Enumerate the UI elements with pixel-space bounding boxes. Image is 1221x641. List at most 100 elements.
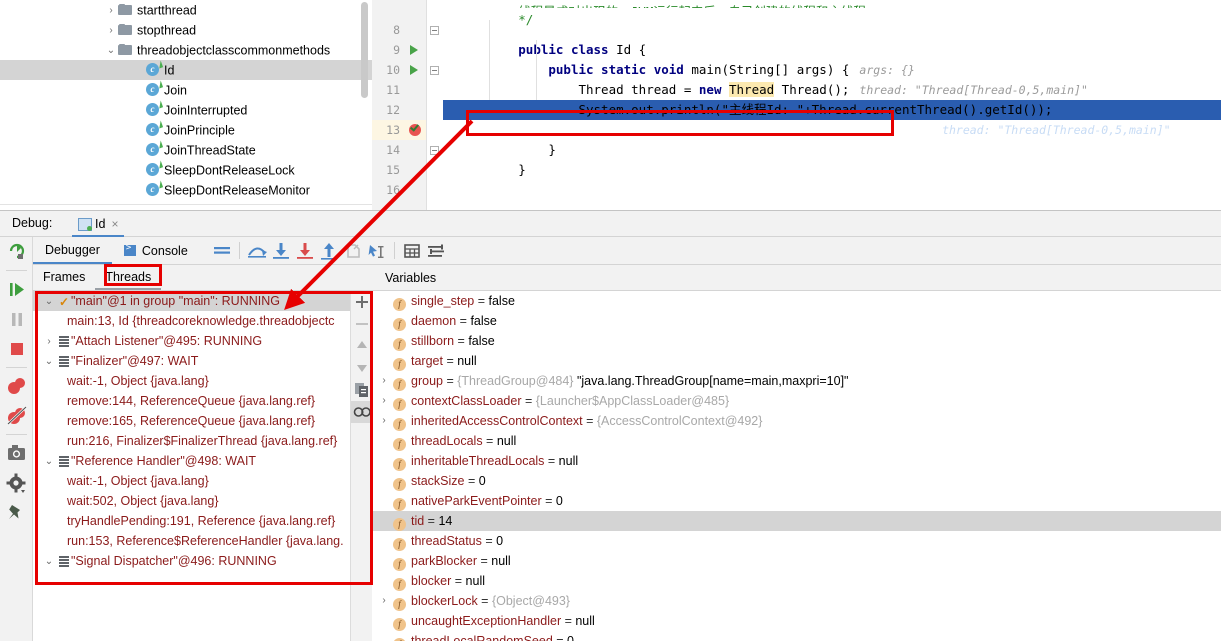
variable-row[interactable]: f target = null [373,351,1221,371]
mute-breakpoints-icon[interactable] [0,401,33,431]
variable-row[interactable]: f nativeParkEventPointer = 0 [373,491,1221,511]
gutter-line-number[interactable]: 16 [372,180,426,200]
code-fold-icon[interactable] [430,26,439,35]
variables-panel[interactable]: Variables f single_step = false f daemon = … [373,265,1221,641]
add-icon[interactable] [351,291,373,313]
gutter-line-number[interactable]: 13 [372,120,426,140]
evaluate-expression-icon[interactable] [400,240,424,262]
thread-row[interactable]: wait:-1, Object {java.lang} [33,471,373,491]
chevron-down-icon[interactable]: ⌄ [41,352,57,372]
debug-session-tab[interactable]: Id × [72,212,125,237]
thread-row[interactable]: ⌄ "Reference Handler"@498: WAIT [33,451,373,471]
variable-row[interactable]: f threadLocals = null [373,431,1221,451]
variable-row[interactable]: › f group = {ThreadGroup@484} "java.lang.T… [373,371,1221,391]
project-tree-item[interactable]: c SleepDontReleaseMonitor [0,180,372,200]
chevron-right-icon[interactable]: › [41,332,57,352]
thread-row[interactable]: tryHandlePending:191, Reference {java.la… [33,511,373,531]
frames-threads-tabs[interactable]: Frames Threads [33,265,373,291]
show-execution-point-icon[interactable] [210,240,234,262]
pause-program-icon[interactable] [0,304,33,334]
project-tree-item[interactable]: c Id [0,60,372,80]
chevron-right-icon[interactable]: › [377,591,391,611]
chevron-right-icon[interactable]: › [104,1,118,21]
gutter-line-number[interactable]: 8 [372,20,426,40]
project-tree-item[interactable]: › stopthread [0,20,372,40]
project-tree-item[interactable]: c Join [0,80,372,100]
variable-row[interactable]: › f blockerLock = {Object@493} [373,591,1221,611]
variable-row[interactable]: f stillborn = false [373,331,1221,351]
debug-left-toolbar[interactable] [0,237,33,641]
force-step-into-icon[interactable] [293,240,317,262]
project-tree-item[interactable]: c JoinPrinciple [0,120,372,140]
settings-list-icon[interactable] [424,240,448,262]
debugger-tab-bar[interactable]: Debugger Console [33,237,1221,265]
variable-row[interactable]: f uncaughtExceptionHandler = null [373,611,1221,631]
move-up-icon[interactable] [351,335,373,357]
code-fold-icon[interactable] [430,146,439,155]
project-tree-item[interactable]: ⌄ threadobjectclasscommonmethods [0,40,372,60]
gutter-line-number[interactable]: 14 [372,140,426,160]
thread-row[interactable]: remove:144, ReferenceQueue {java.lang.re… [33,391,373,411]
chevron-down-icon[interactable]: ⌄ [104,41,118,61]
chevron-right-icon[interactable]: › [104,21,118,41]
thread-row[interactable]: run:216, Finalizer$FinalizerThread {java… [33,431,373,451]
step-into-icon[interactable] [269,240,293,262]
chevron-right-icon[interactable]: › [377,411,391,431]
snapshot-icon[interactable] [0,438,33,468]
step-over-icon[interactable] [245,240,269,262]
variables-list[interactable]: f single_step = false f daemon = false f stil… [373,291,1221,641]
run-to-cursor-icon[interactable] [365,240,389,262]
threads-list[interactable]: ⌄ ✓ "main"@1 in group "main": RUNNING main:… [33,291,373,641]
chevron-down-icon[interactable]: ⌄ [41,452,57,472]
project-tree-item[interactable]: c JoinThreadState [0,140,372,160]
chevron-right-icon[interactable]: › [377,391,391,411]
threads-minibar[interactable] [350,291,373,641]
project-tree-panel[interactable]: › startthread › stopthread ⌄ threadobjectclas… [0,0,372,210]
thread-row[interactable]: run:153, Reference$ReferenceHandler {jav… [33,531,373,551]
thread-row[interactable]: › "Attach Listener"@495: RUNNING [33,331,373,351]
resume-program-icon[interactable] [0,274,33,304]
variable-row[interactable]: f parkBlocker = null [373,551,1221,571]
close-icon[interactable]: × [111,217,118,231]
code-fold-icon[interactable] [430,66,439,75]
chevron-down-icon[interactable]: ⌄ [41,292,57,312]
frames-threads-panel[interactable]: Frames Threads ⌄ ✓ "main"@1 in group "main… [33,265,373,641]
stop-icon[interactable] [0,334,33,364]
tab-threads[interactable]: Threads [95,265,162,290]
chevron-down-icon[interactable]: ⌄ [41,552,57,572]
remove-icon[interactable] [351,313,373,335]
thread-row[interactable]: wait:502, Object {java.lang} [33,491,373,511]
project-tree-item[interactable]: › startthread [0,0,372,20]
gutter-line-number[interactable]: 12 [372,100,426,120]
breakpoint-icon[interactable] [409,122,421,136]
variable-row[interactable]: f daemon = false [373,311,1221,331]
gutter-line-number[interactable]: 11 [372,80,426,100]
thread-row[interactable]: wait:-1, Object {java.lang} [33,371,373,391]
thread-row[interactable]: main:13, Id {threadcoreknowledge.threado… [33,311,373,331]
customize-threads-icon[interactable] [351,401,373,423]
tab-debugger[interactable]: Debugger [33,237,112,264]
variable-row[interactable]: f tid = 14 [373,511,1221,531]
thread-row[interactable]: ⌄ ✓ "main"@1 in group "main": RUNNING [33,291,373,311]
code-editor[interactable]: 8 9 10 11 12 13 14 15 16 线程是成对出现的，JVM运行起来后，自己创建的… [372,0,1221,210]
variable-row[interactable]: › f contextClassLoader = {Launcher$AppClas… [373,391,1221,411]
thread-row[interactable]: ⌄ "Finalizer"@497: WAIT [33,351,373,371]
gutter-line-number[interactable]: 9 [372,40,426,60]
run-gutter-icon[interactable] [410,65,418,75]
view-breakpoints-icon[interactable] [0,371,33,401]
editor-code-area[interactable]: 线程是成对出现的，JVM运行起来后，自己创建的线程和主线程。 */ public… [443,0,1221,210]
project-tree-item[interactable]: c SleepDontReleaseLock [0,160,372,180]
thread-row[interactable]: remove:165, ReferenceQueue {java.lang.re… [33,411,373,431]
project-tree-scrollbar[interactable] [361,2,368,98]
chevron-right-icon[interactable]: › [377,371,391,391]
drop-frame-icon[interactable] [341,240,365,262]
variable-row[interactable]: fthreadLocalRandomSeed = 0 [373,631,1221,641]
variable-row[interactable]: › f inheritedAccessControlContext = {Acces… [373,411,1221,431]
gutter-line-number[interactable] [372,0,426,20]
copy-icon[interactable] [351,379,373,401]
tab-console[interactable]: Console [112,237,200,264]
editor-gutter[interactable]: 8 9 10 11 12 13 14 15 16 [372,0,427,210]
variable-row[interactable]: f single_step = false [373,291,1221,311]
run-gutter-icon[interactable] [410,45,418,55]
settings-gear-icon[interactable] [0,468,33,498]
